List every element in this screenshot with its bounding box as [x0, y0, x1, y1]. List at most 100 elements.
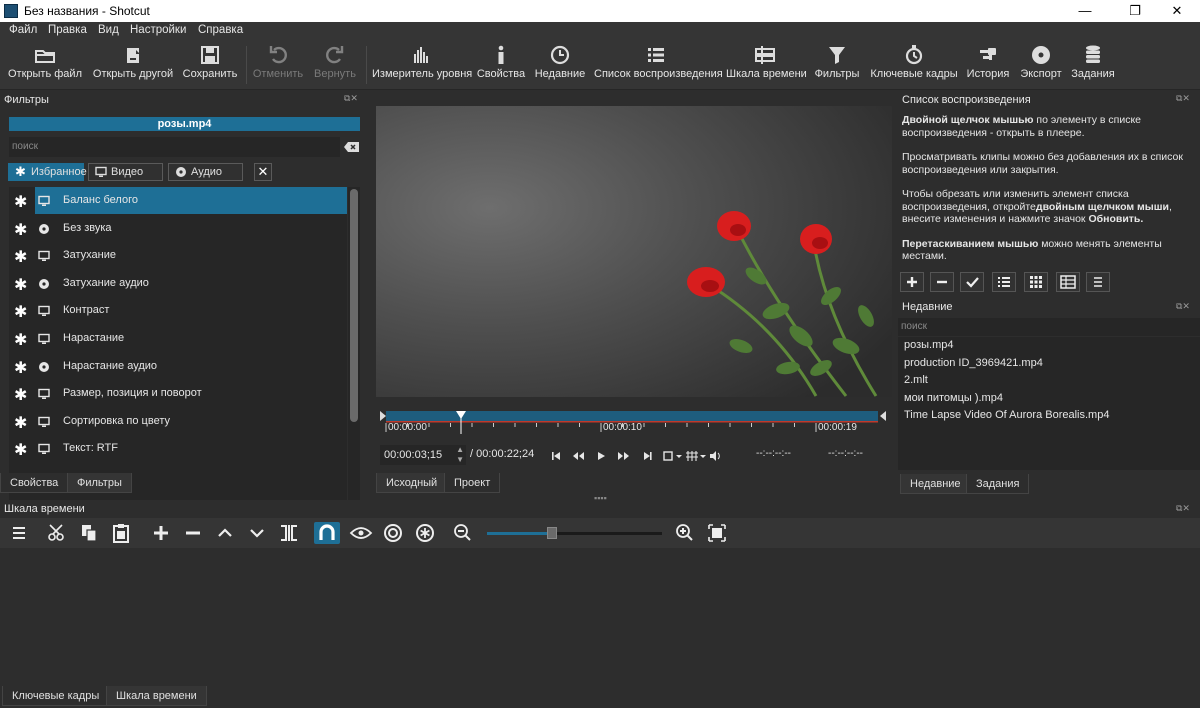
- favorite-star-icon[interactable]: ✱: [14, 275, 27, 295]
- filter-item[interactable]: ✱ Нарастание: [9, 325, 347, 352]
- cut-button[interactable]: [44, 522, 70, 544]
- save-button[interactable]: Сохранить: [182, 42, 238, 88]
- video-chip[interactable]: Видео: [88, 163, 163, 181]
- menu-help[interactable]: Справка: [198, 24, 243, 36]
- filter-item[interactable]: ✱ Затухание аудио: [9, 270, 347, 297]
- open-file-button[interactable]: Открыть файл: [8, 42, 82, 88]
- clear-search-icon[interactable]: [344, 141, 360, 153]
- filter-item[interactable]: ✱ Баланс белого: [9, 187, 347, 214]
- video-preview[interactable]: [376, 106, 892, 397]
- favorite-star-icon[interactable]: ✱: [14, 413, 27, 433]
- filter-item[interactable]: ✱ Нарастание аудио: [9, 353, 347, 380]
- maximize-button[interactable]: ❐: [1112, 0, 1158, 22]
- minimize-button[interactable]: —: [1062, 0, 1108, 22]
- filter-item[interactable]: ✱ Контраст: [9, 297, 347, 324]
- recent-item[interactable]: розы.mp4: [898, 337, 1200, 354]
- audio-chip[interactable]: Аудио: [168, 163, 243, 181]
- tab-jobs[interactable]: Задания: [966, 474, 1030, 494]
- keyframes-button[interactable]: Ключевые кадры: [868, 42, 960, 88]
- menu-view[interactable]: Вид: [98, 24, 119, 36]
- tab-properties[interactable]: Свойства: [0, 473, 69, 493]
- remove-from-playlist-button[interactable]: [930, 272, 954, 292]
- filters-button[interactable]: Фильтры: [812, 42, 862, 88]
- filter-item[interactable]: ✱ Текст: RTF: [9, 435, 347, 462]
- spin-arrows-icon[interactable]: ▲ ▼: [456, 445, 464, 465]
- favorite-star-icon[interactable]: ✱: [14, 302, 27, 322]
- tab-recent[interactable]: Недавние: [900, 474, 971, 494]
- tiles-view-button[interactable]: [1024, 272, 1048, 292]
- history-button[interactable]: История: [964, 42, 1012, 88]
- open-other-button[interactable]: Открыть другой: [90, 42, 176, 88]
- dock-float-close-buttons[interactable]: ⧉✕: [344, 93, 358, 104]
- ripple-toggle[interactable]: [380, 522, 406, 544]
- recent-item[interactable]: production ID_3969421.mp4: [898, 355, 1200, 372]
- overwrite-button[interactable]: [244, 522, 270, 544]
- filter-item[interactable]: ✱ Сортировка по цвету: [9, 408, 347, 435]
- tab-keyframes[interactable]: Ключевые кадры: [2, 686, 110, 706]
- export-button[interactable]: Экспорт: [1018, 42, 1064, 88]
- scrollbar-thumb[interactable]: [350, 189, 358, 422]
- copy-button[interactable]: [76, 522, 102, 544]
- recent-search-input[interactable]: поиск: [898, 318, 1200, 336]
- filter-item[interactable]: ✱ Затухание: [9, 242, 347, 269]
- favorite-star-icon[interactable]: ✱: [14, 330, 27, 350]
- menu-file[interactable]: Файл: [9, 24, 37, 36]
- recent-item[interactable]: 2.mlt: [898, 372, 1200, 389]
- dock-float-close-buttons[interactable]: ⧉✕: [1176, 93, 1190, 104]
- favorite-star-icon[interactable]: ✱: [14, 358, 27, 378]
- recent-button[interactable]: Недавние: [534, 42, 586, 88]
- favorite-star-icon[interactable]: ✱: [14, 440, 27, 460]
- add-to-playlist-button[interactable]: [900, 272, 924, 292]
- scrub-toggle[interactable]: [348, 522, 374, 544]
- favorite-star-icon[interactable]: ✱: [14, 385, 27, 405]
- skip-previous-icon[interactable]: [552, 452, 560, 460]
- position-timecode[interactable]: 00:00:03;15 ▲ ▼: [380, 445, 466, 465]
- scrubber[interactable]: 00:00:00 00:00:10 00:00:19: [380, 408, 886, 442]
- zoom-fit-button[interactable]: [704, 522, 730, 544]
- update-playlist-button[interactable]: [960, 272, 984, 292]
- volume-icon[interactable]: [710, 451, 720, 461]
- zoom-slider-handle[interactable]: [546, 527, 557, 539]
- ripple-delete-button[interactable]: [180, 522, 206, 544]
- favorite-star-icon[interactable]: ✱: [14, 220, 27, 240]
- snap-toggle[interactable]: [314, 522, 340, 544]
- filter-search-input[interactable]: поиск: [9, 137, 340, 157]
- redo-button[interactable]: Вернуть: [310, 42, 360, 88]
- icon-view-button[interactable]: [1056, 272, 1080, 292]
- playlist-button[interactable]: Список воспроизведения: [594, 42, 723, 88]
- remove-filter-button[interactable]: ✕: [254, 163, 272, 181]
- menu-edit[interactable]: Правка: [48, 24, 87, 36]
- lift-button[interactable]: [212, 522, 238, 544]
- recent-item[interactable]: Time Lapse Video Of Aurora Borealis.mp4: [898, 407, 1200, 424]
- skip-next-icon[interactable]: [644, 452, 652, 460]
- timeline-menu-button[interactable]: [6, 522, 32, 544]
- tab-filters[interactable]: Фильтры: [67, 473, 132, 493]
- close-window-button[interactable]: ✕: [1154, 0, 1200, 22]
- zoom-in-button[interactable]: [672, 522, 698, 544]
- favorite-star-icon[interactable]: ✱: [14, 192, 27, 212]
- undo-button[interactable]: Отменить: [252, 42, 304, 88]
- tab-timeline[interactable]: Шкала времени: [106, 686, 207, 706]
- dock-float-close-buttons[interactable]: ⧉✕: [1176, 503, 1190, 514]
- properties-button[interactable]: Свойства: [476, 42, 526, 88]
- level-meter-button[interactable]: Измеритель уровня: [372, 42, 472, 88]
- dock-float-close-buttons[interactable]: ⧉✕: [1176, 301, 1190, 312]
- filter-item[interactable]: ✱ Без звука: [9, 215, 347, 242]
- tab-project[interactable]: Проект: [444, 473, 501, 493]
- zoom-fit-icon[interactable]: [663, 451, 682, 461]
- paste-button[interactable]: [108, 522, 134, 544]
- favorites-chip[interactable]: ✱ Избранное: [8, 163, 87, 181]
- rewind-icon[interactable]: [573, 452, 584, 460]
- recent-item[interactable]: мои питомцы ).mp4: [898, 390, 1200, 407]
- jobs-button[interactable]: Задания: [1070, 42, 1116, 88]
- filter-item[interactable]: ✱ Размер, позиция и поворот: [9, 380, 347, 407]
- tab-source[interactable]: Исходный: [376, 473, 448, 493]
- append-button[interactable]: [148, 522, 174, 544]
- zoom-slider[interactable]: [487, 527, 662, 539]
- play-icon[interactable]: [598, 452, 605, 460]
- playlist-menu-button[interactable]: [1086, 272, 1110, 292]
- grid-icon[interactable]: [686, 451, 706, 461]
- menu-settings[interactable]: Настройки: [130, 24, 186, 36]
- favorite-star-icon[interactable]: ✱: [14, 247, 27, 267]
- detail-view-button[interactable]: [992, 272, 1016, 292]
